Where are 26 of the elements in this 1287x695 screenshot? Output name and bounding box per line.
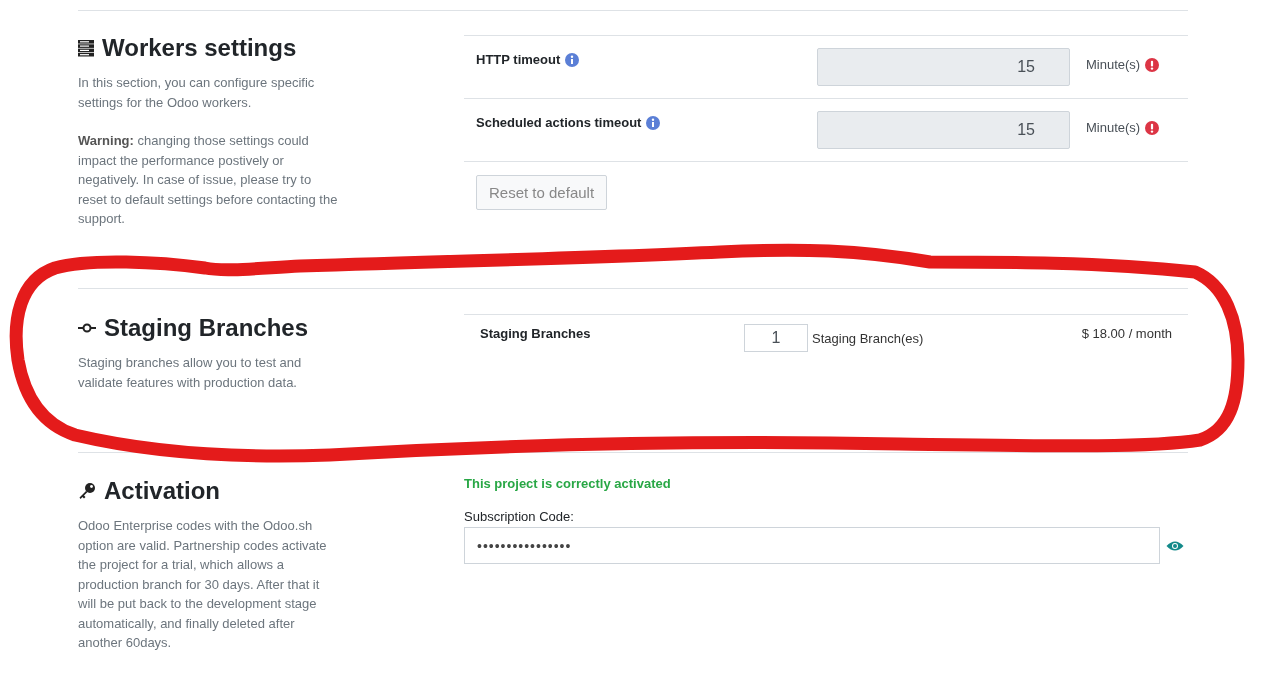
eye-icon[interactable] (1166, 539, 1184, 552)
price-label: $ 18.00 / month (1081, 325, 1172, 341)
unit-label: Staging Branch(es) (812, 330, 925, 346)
info-icon[interactable] (646, 115, 661, 130)
info-icon[interactable] (565, 52, 580, 67)
count-input[interactable]: 1 (744, 324, 808, 352)
section-description: Staging branches allow you to test and validate features with production data. (78, 354, 303, 392)
section-description: In this section, you can configure specific settings for the Odoo workers. (78, 74, 316, 112)
field-label: HTTP timeout (476, 52, 561, 67)
section-title: Staging Branches (104, 313, 309, 343)
key-icon (78, 482, 96, 500)
subscription-code-field[interactable]: •••••••••••••••• (464, 527, 1160, 564)
activation-status: This project is correctly activated (464, 476, 672, 491)
field-label: Subscription Code: (464, 509, 575, 524)
unit-label: Minute(s) (1086, 120, 1141, 135)
field-label: Staging Branches (480, 325, 592, 341)
section-title: Workers settings (102, 33, 297, 63)
field-label: Scheduled actions timeout (476, 115, 642, 130)
exclamation-icon (1145, 120, 1160, 135)
section-title: Activation (104, 476, 220, 506)
section-description: Warning: changing those settings could impact the performance postively or negatively. In case of issue, please try to reset to default settings before contacting the support. (78, 132, 339, 228)
unit-label: Minute(s) (1086, 57, 1141, 72)
exclamation-icon (1145, 57, 1160, 72)
section-description: Odoo Enterprise codes with the Odoo.sh option are valid. Partnership codes activate the project for a trial, which allows a production branch for 30 days. After that it will be put back to the development stage automatically, and finally deleted after another 60days. (78, 517, 328, 652)
commit-icon (78, 323, 96, 333)
server-icon (78, 39, 94, 57)
